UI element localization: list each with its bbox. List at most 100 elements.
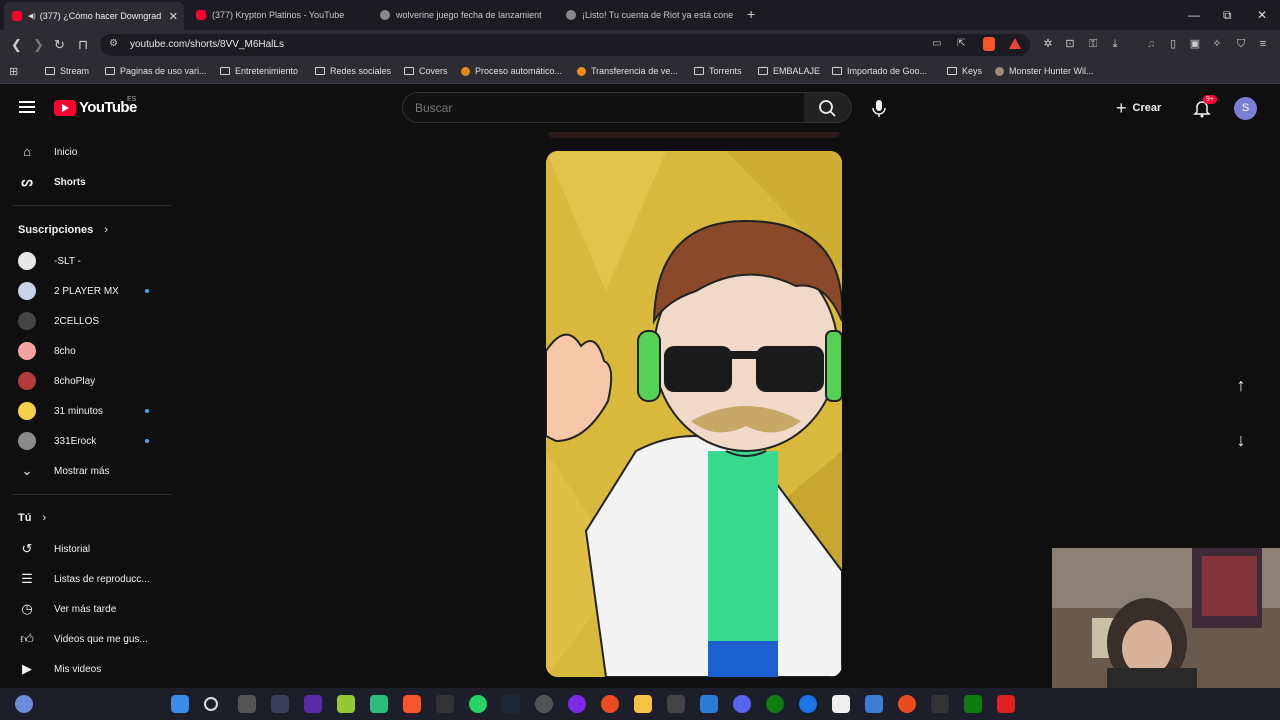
cast-icon[interactable]: ▭ [932, 38, 941, 49]
sidebar-item-inicio[interactable]: ⌂ Inicio [0, 137, 172, 167]
show-more-button[interactable]: ⌄ Mostrar más [0, 456, 172, 486]
microsoft-store-icon[interactable] [700, 695, 718, 713]
subscription-item[interactable]: 2 PLAYER MX [0, 276, 172, 306]
hamburger-menu-icon[interactable] [19, 101, 35, 113]
restore-icon[interactable]: ⧉ [1223, 8, 1232, 23]
weather-widget-icon[interactable] [15, 695, 33, 713]
sidebar-item-liked-videos[interactable]: 👍︎ Videos que me gus... [0, 624, 172, 654]
url-field[interactable]: ⚙ youtube.com/shorts/8VV_M6HalLs ▭ ⇱ [100, 34, 1030, 56]
ubisoft-icon[interactable] [667, 695, 685, 713]
bookmark-folder[interactable]: EMBALAJE [758, 66, 820, 76]
subscription-item[interactable]: 331Erock [0, 426, 172, 456]
windows-start-icon[interactable] [171, 695, 189, 713]
wallet-icon[interactable]: ▣ [1189, 38, 1201, 50]
bookmark-folder[interactable]: Redes sociales [315, 66, 391, 76]
bookmark-folder[interactable]: Covers [404, 66, 448, 76]
youtube-music-icon[interactable] [304, 695, 322, 713]
brave-browser-icon[interactable] [403, 695, 421, 713]
close-window-icon[interactable]: ✕ [1257, 8, 1267, 22]
battle-net-icon[interactable] [799, 695, 817, 713]
youtube-logo[interactable]: YouTube [54, 99, 137, 116]
browser-tab-active[interactable]: ◀) (377) ¿Cómo hacer Downgrad ✕ [4, 2, 184, 30]
document-icon[interactable] [832, 695, 850, 713]
widgets-icon[interactable] [271, 695, 289, 713]
minimize-icon[interactable]: — [1188, 8, 1200, 22]
voice-search-button[interactable] [863, 92, 895, 124]
reload-icon[interactable]: ↻ [54, 37, 65, 53]
apps-grid-icon[interactable]: ⊞ [9, 65, 18, 78]
forward-icon[interactable]: ❯ [33, 37, 44, 53]
bookmark-folder[interactable]: Keys [947, 66, 982, 76]
obs-icon[interactable] [535, 695, 553, 713]
search-button[interactable] [804, 92, 852, 123]
notification-count-badge: 9+ [1203, 95, 1217, 104]
create-button[interactable]: + Crear [1116, 95, 1161, 121]
shorts-video-player[interactable] [546, 151, 842, 677]
media-icon[interactable]: ♫ [1145, 38, 1157, 50]
share-icon[interactable]: ⇱ [957, 38, 965, 49]
sidebar-item-shorts[interactable]: ᔕ Shorts [0, 167, 172, 197]
window-app-icon[interactable] [865, 695, 883, 713]
browser-tab[interactable]: wolverine juego fecha de lanzamient [372, 4, 552, 26]
subscription-item[interactable]: 31 minutos [0, 396, 172, 426]
sidebar-item-label: Historial [54, 543, 91, 555]
leo-ai-icon[interactable]: ✧ [1211, 38, 1223, 50]
next-short-arrow-icon[interactable]: ↓ [1229, 428, 1253, 452]
search-input[interactable] [415, 101, 795, 115]
ea-app-icon[interactable] [898, 695, 916, 713]
subscriptions-heading[interactable]: Suscripciones › [18, 224, 108, 236]
bookmark-folder[interactable]: Stream [45, 66, 89, 76]
extensions-icon[interactable]: ✲ [1042, 38, 1054, 50]
task-view-icon[interactable] [238, 695, 256, 713]
close-tab-icon[interactable]: ✕ [169, 10, 178, 23]
taskbar-search-icon[interactable] [204, 697, 218, 711]
brave-rewards-icon[interactable] [1009, 38, 1021, 49]
password-key-icon[interactable]: ⚿ [1087, 38, 1099, 50]
sidebar-item-my-videos[interactable]: ▶ Mis videos [0, 654, 172, 684]
back-icon[interactable]: ❮ [11, 37, 22, 53]
brave-shields-icon[interactable] [983, 37, 995, 51]
sidebar-toggle-icon[interactable]: ▯ [1167, 38, 1179, 50]
bookmark-folder[interactable]: Torrents [694, 66, 742, 76]
discord-icon[interactable] [733, 695, 751, 713]
account-avatar[interactable]: S [1234, 97, 1257, 120]
epic-games-icon[interactable] [436, 695, 454, 713]
bookmark-site[interactable]: Transferencia de ve... [577, 66, 678, 76]
whatsapp-icon[interactable] [469, 695, 487, 713]
sidebar-item-playlists[interactable]: ☰ Listas de reproducc... [0, 564, 172, 594]
bookmark-site[interactable]: Monster Hunter Wil... [995, 66, 1094, 76]
bookmark-icon[interactable]: ⊓ [78, 37, 88, 53]
file-explorer-icon[interactable] [634, 695, 652, 713]
bookmark-site[interactable]: Proceso automático... [461, 66, 562, 76]
browser-tab[interactable]: ¡Listo! Tu cuenta de Riot ya está cone [558, 4, 738, 26]
bookmark-folder[interactable]: Importado de Goo... [832, 66, 927, 76]
search-box[interactable] [402, 92, 805, 123]
subscription-item[interactable]: 2CELLOS [0, 306, 172, 336]
new-tab-button[interactable]: + [747, 6, 755, 22]
menu-icon[interactable]: ≡ [1257, 38, 1269, 50]
epic-games-icon[interactable] [931, 695, 949, 713]
xbox-app-icon[interactable] [964, 695, 982, 713]
site-settings-icon[interactable]: ⚙ [109, 38, 118, 49]
sidebar-item-historial[interactable]: ↺ Historial [0, 534, 172, 564]
bookmark-folder[interactable]: Paginas de uso vari... [105, 66, 207, 76]
download-icon[interactable]: ⤓ [1109, 38, 1121, 50]
subscription-item[interactable]: -SLT - [0, 246, 172, 276]
subscription-item[interactable]: 8choPlay [0, 366, 172, 396]
app-circle-icon[interactable] [568, 695, 586, 713]
red-app-icon[interactable] [997, 695, 1015, 713]
chat-app-icon[interactable] [370, 695, 388, 713]
bookmark-folder[interactable]: Entretenimiento [220, 66, 298, 76]
steam-icon[interactable] [502, 695, 520, 713]
you-heading[interactable]: Tú › [18, 512, 46, 524]
ea-app-icon[interactable] [601, 695, 619, 713]
vpn-shield-icon[interactable]: ⛉ [1235, 38, 1247, 50]
channel-name: 8choPlay [54, 375, 96, 387]
xbox-icon[interactable] [766, 695, 784, 713]
subscription-item[interactable]: 8cho [0, 336, 172, 366]
sidebar-item-watch-later[interactable]: ◷ Ver más tarde [0, 594, 172, 624]
previous-short-arrow-icon[interactable]: ↑ [1229, 373, 1253, 397]
screenshot-icon[interactable]: ⊡ [1064, 38, 1076, 50]
live-app-icon[interactable] [337, 695, 355, 713]
browser-tab[interactable]: (377) Krypton Platinos - YouTube [188, 4, 368, 26]
